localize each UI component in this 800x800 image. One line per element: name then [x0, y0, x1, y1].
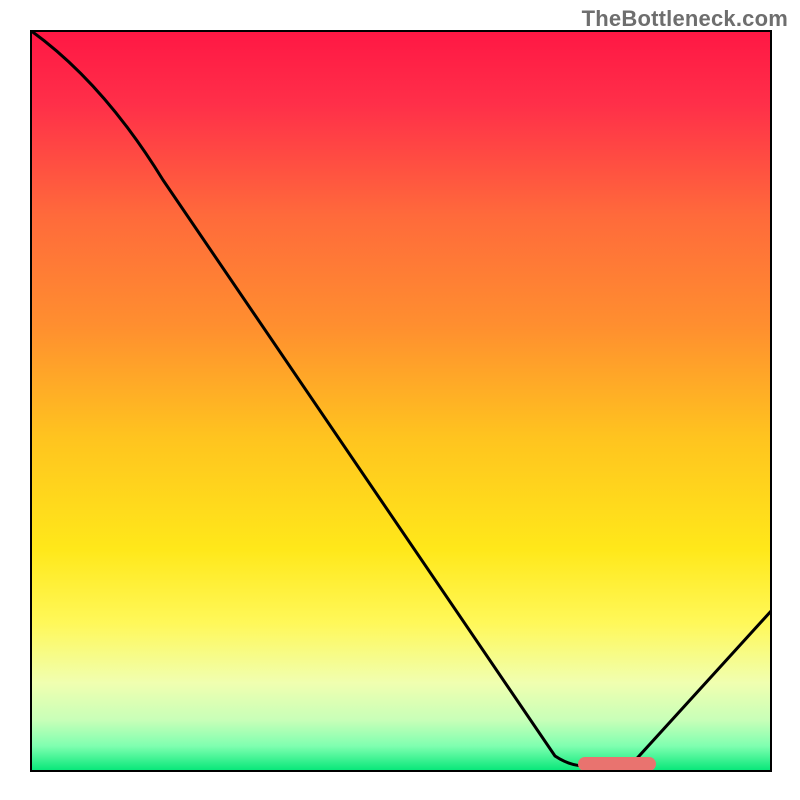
- plot-area: [30, 30, 772, 772]
- watermark-text: TheBottleneck.com: [582, 6, 788, 32]
- plot-frame: [30, 30, 772, 772]
- chart-container: TheBottleneck.com: [0, 0, 800, 800]
